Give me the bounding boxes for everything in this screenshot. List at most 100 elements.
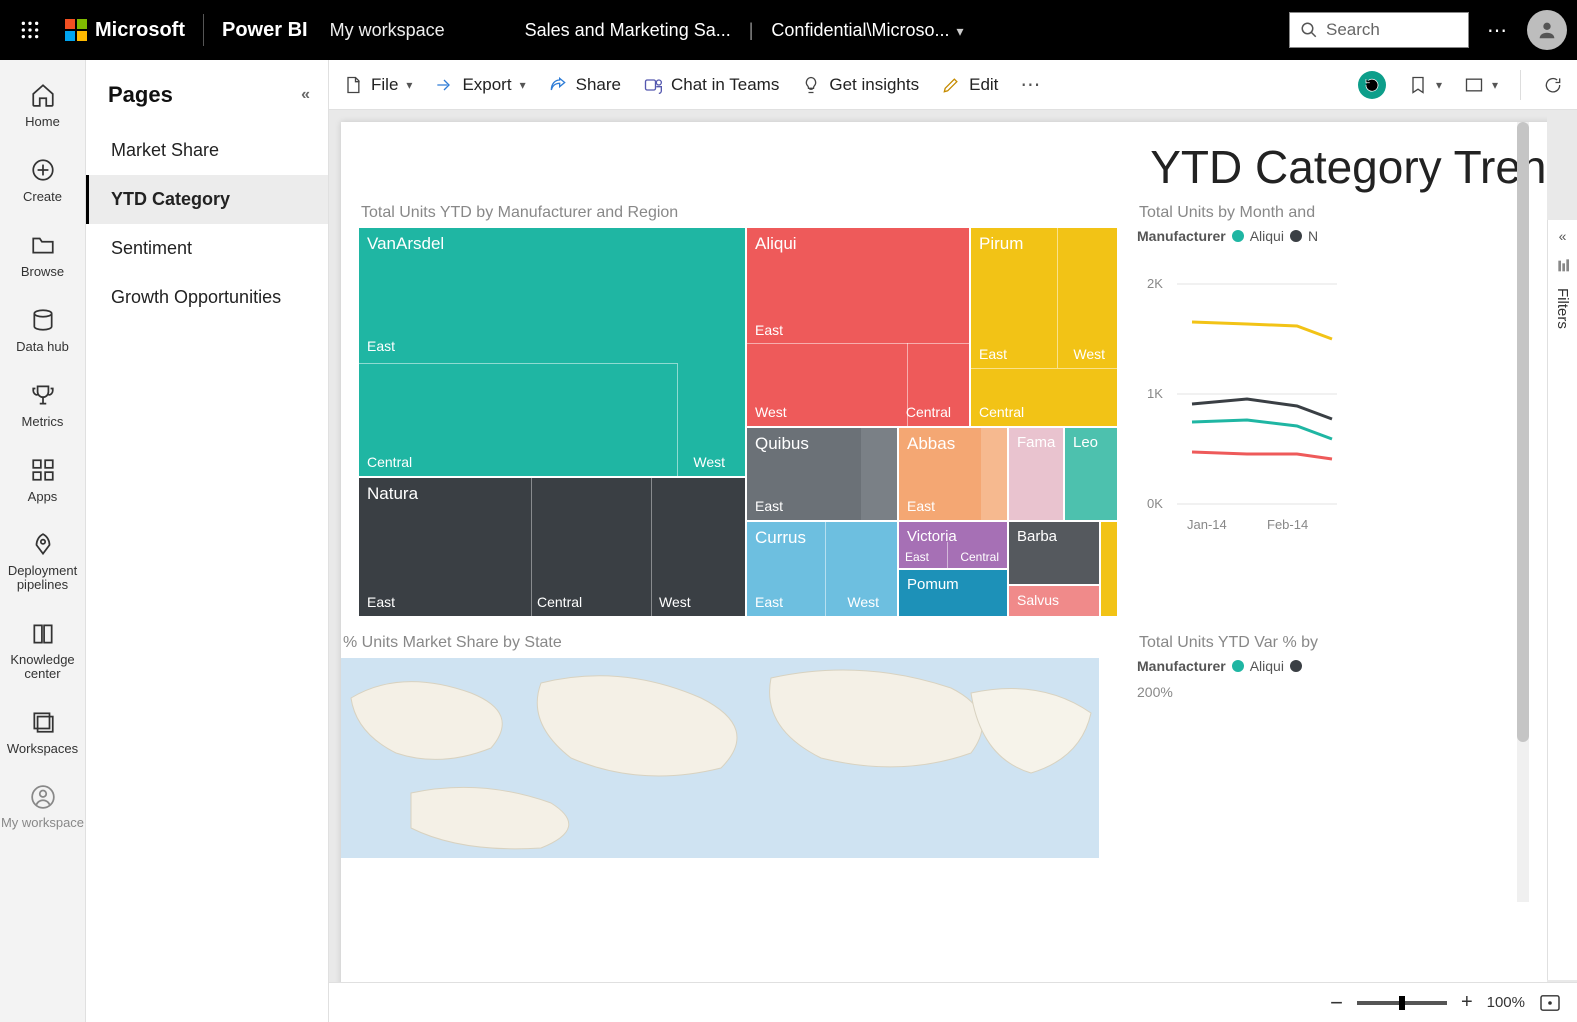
plus-circle-icon [30, 157, 56, 183]
divider [203, 14, 204, 46]
chevron-down-icon: ▾ [1436, 78, 1442, 92]
report-canvas[interactable]: YTD Category Trend A Total Units YTD by … [329, 110, 1577, 1022]
line-legend: Manufacturer Aliqui N [1137, 228, 1497, 244]
nav-create[interactable]: Create [0, 147, 85, 214]
insights-button[interactable]: Get insights [801, 75, 919, 95]
workspace-breadcrumb[interactable]: My workspace [330, 20, 445, 41]
nav-knowledge[interactable]: Knowledge center [0, 611, 85, 692]
book-icon [30, 621, 56, 647]
pages-panel: Pages « Market ShareYTD CategorySentimen… [86, 60, 329, 1022]
share-icon [548, 75, 568, 95]
map-svg [341, 658, 1099, 858]
breadcrumb-sensitivity[interactable]: Confidential\Microso... ▾ [771, 20, 963, 41]
search-input[interactable]: Search [1289, 12, 1469, 48]
nav-pipelines[interactable]: Deployment pipelines [0, 522, 85, 603]
reset-icon [1363, 76, 1381, 94]
filters-pane-collapsed[interactable]: « Filters [1547, 220, 1577, 980]
zoom-slider[interactable] [1357, 1001, 1447, 1005]
fit-to-page-icon[interactable] [1539, 994, 1561, 1012]
collapse-pages-icon[interactable]: « [301, 86, 310, 104]
var-pct: 200% [1137, 684, 1497, 700]
nav-my-workspace[interactable]: My workspace [0, 774, 85, 840]
treemap-visual[interactable]: VanArsdel East Central West Natura East … [359, 228, 1117, 616]
global-header: Microsoft Power BI My workspace Sales an… [0, 0, 1577, 60]
legend-dot-aliqui [1232, 230, 1244, 242]
bookmark-menu[interactable]: ▾ [1408, 75, 1442, 95]
page-tab-sentiment[interactable]: Sentiment [86, 224, 328, 273]
report-toolbar: File▾ Export▾ Share Chat in Teams Get in… [329, 60, 1577, 110]
report-page: YTD Category Trend A Total Units YTD by … [341, 122, 1547, 1002]
view-icon [1464, 75, 1484, 95]
pencil-icon [941, 75, 961, 95]
map-title: % Units Market Share by State [343, 634, 1101, 652]
expand-filters-icon[interactable]: « [1559, 228, 1567, 244]
share-button[interactable]: Share [548, 75, 621, 95]
zoom-out-button[interactable]: − [1330, 990, 1343, 1016]
folder-icon [30, 232, 56, 258]
person-icon [1536, 19, 1558, 41]
reset-button[interactable] [1358, 71, 1386, 99]
breadcrumb-report[interactable]: Sales and Marketing Sa... [525, 20, 731, 41]
home-icon [30, 82, 56, 108]
stack-icon [30, 709, 56, 735]
teams-icon [643, 75, 663, 95]
line-title: Total Units by Month and [1139, 204, 1497, 222]
nav-rail: Home Create Browse Data hub Metrics Apps… [0, 60, 86, 1022]
vertical-scrollbar[interactable] [1517, 122, 1529, 902]
app-launcher-icon[interactable] [10, 20, 50, 40]
product-name[interactable]: Power BI [222, 19, 308, 42]
chat-teams-button[interactable]: Chat in Teams [643, 75, 779, 95]
zoom-in-button[interactable]: + [1461, 991, 1473, 1014]
treemap-title: Total Units YTD by Manufacturer and Regi… [361, 204, 1117, 222]
svg-text:Feb-14: Feb-14 [1267, 517, 1308, 532]
nav-apps[interactable]: Apps [0, 447, 85, 514]
divider [1520, 70, 1521, 100]
microsoft-logo[interactable]: Microsoft [65, 19, 185, 42]
breadcrumb-separator: | [749, 20, 754, 41]
main-area: File▾ Export▾ Share Chat in Teams Get in… [329, 60, 1577, 1022]
legend-dot-n [1290, 660, 1302, 672]
refresh-icon [1543, 75, 1563, 95]
file-menu[interactable]: File▾ [343, 75, 412, 95]
page-title: YTD Category Trend A [359, 140, 1547, 194]
nav-home[interactable]: Home [0, 72, 85, 139]
export-menu[interactable]: Export▾ [434, 75, 525, 95]
nav-browse[interactable]: Browse [0, 222, 85, 289]
export-icon [434, 75, 454, 95]
svg-text:0K: 0K [1147, 496, 1163, 511]
pages-header: Pages [108, 82, 173, 108]
page-tab-ytd-category[interactable]: YTD Category [86, 175, 328, 224]
more-options-icon[interactable]: ⋯ [1487, 18, 1509, 43]
map-visual[interactable]: % Units Market Share by State [341, 620, 1101, 863]
file-icon [343, 75, 363, 95]
trophy-icon [30, 382, 56, 408]
nav-metrics[interactable]: Metrics [0, 372, 85, 439]
legend-dot-n [1290, 230, 1302, 242]
svg-text:2K: 2K [1147, 276, 1163, 291]
status-bar: − + 100% [329, 982, 1577, 1022]
var-title: Total Units YTD Var % by [1139, 634, 1497, 652]
edit-button[interactable]: Edit [941, 75, 998, 95]
view-menu[interactable]: ▾ [1464, 75, 1498, 95]
legend-dot-aliqui [1232, 660, 1244, 672]
database-icon [30, 307, 56, 333]
page-tab-growth-opportunities[interactable]: Growth Opportunities [86, 273, 328, 322]
svg-text:1K: 1K [1147, 386, 1163, 401]
refresh-button[interactable] [1543, 75, 1563, 95]
var-legend: Manufacturer Aliqui [1137, 658, 1497, 674]
line-chart-visual[interactable]: Total Units by Month and Manufacturer Al… [1137, 190, 1497, 559]
var-visual[interactable]: Total Units YTD Var % by Manufacturer Al… [1137, 620, 1497, 700]
account-avatar[interactable] [1527, 10, 1567, 50]
microsoft-label: Microsoft [95, 19, 185, 42]
more-toolbar-icon[interactable]: ⋯ [1020, 72, 1040, 97]
bookmark-icon [1408, 75, 1428, 95]
filters-label: Filters [1554, 288, 1571, 329]
zoom-value: 100% [1487, 994, 1525, 1011]
search-placeholder: Search [1326, 20, 1380, 40]
rocket-icon [30, 532, 56, 558]
page-tab-market-share[interactable]: Market Share [86, 126, 328, 175]
nav-workspaces[interactable]: Workspaces [0, 699, 85, 766]
line-chart-svg: 2K 1K 0K Jan-14 Feb-14 [1137, 254, 1337, 554]
nav-datahub[interactable]: Data hub [0, 297, 85, 364]
chevron-down-icon: ▾ [520, 78, 526, 92]
